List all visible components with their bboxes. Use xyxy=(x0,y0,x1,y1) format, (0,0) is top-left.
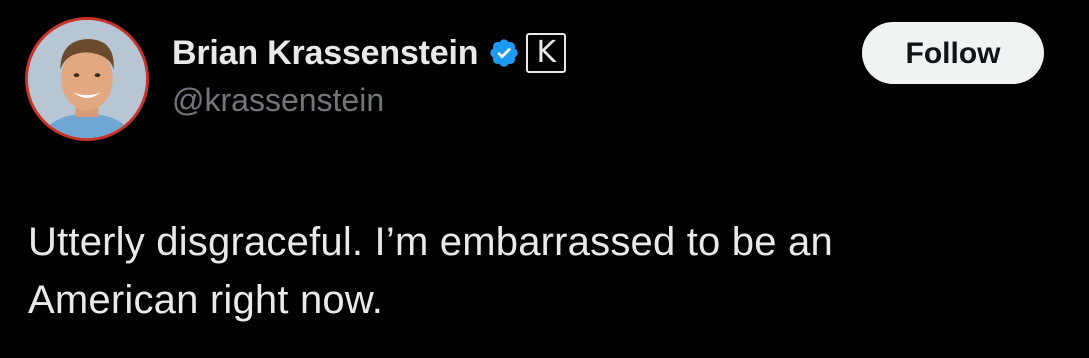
tweet-card: Brian Krassenstein K @krassenstein Follo… xyxy=(0,0,1089,358)
affiliate-badge-icon[interactable]: K xyxy=(526,33,567,73)
avatar[interactable] xyxy=(25,17,149,141)
tweet-text-line: American right now. xyxy=(28,278,384,322)
tweet-text-line: Utterly disgraceful. I’m embarrassed to … xyxy=(28,220,833,264)
author-handle[interactable]: @krassenstein xyxy=(172,82,384,119)
author-display-name[interactable]: Brian Krassenstein xyxy=(172,34,479,73)
tweet-text: Utterly disgraceful. I’m embarrassed to … xyxy=(28,213,1048,329)
author-name-row: Brian Krassenstein K xyxy=(172,28,567,78)
follow-button[interactable]: Follow xyxy=(862,22,1044,84)
avatar-photo xyxy=(28,20,146,138)
verified-badge-icon[interactable] xyxy=(488,37,520,69)
